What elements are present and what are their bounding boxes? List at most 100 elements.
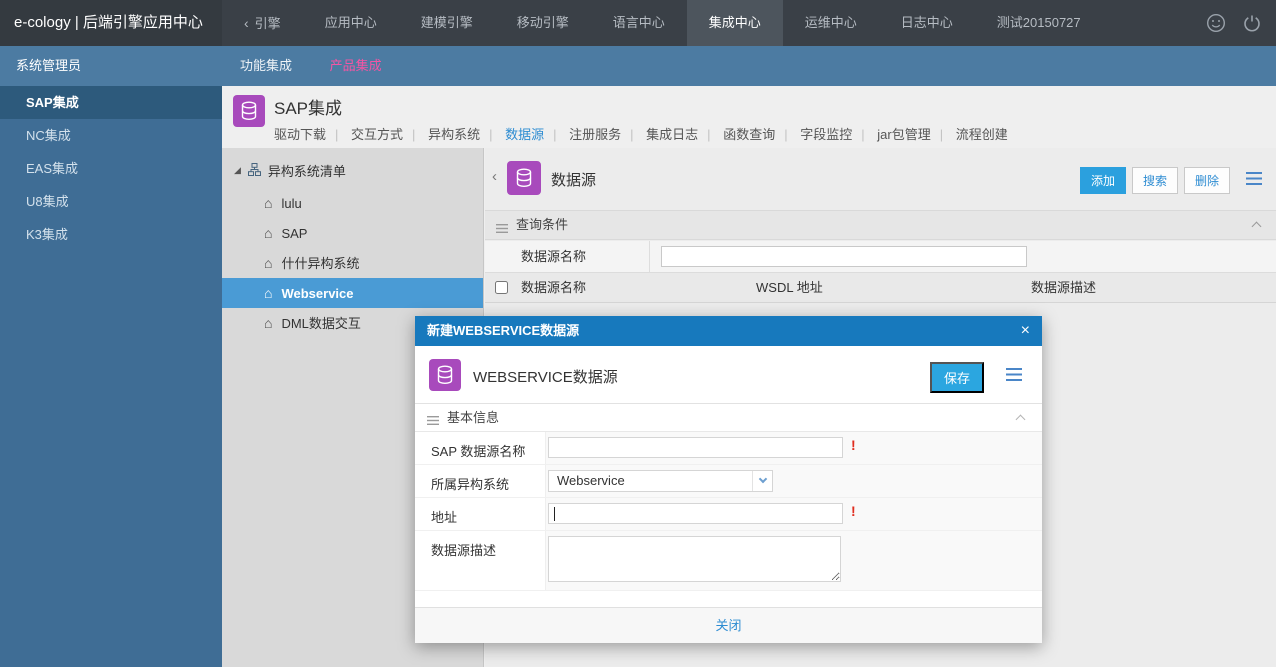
tab-product-integration[interactable]: 产品集成: [330, 58, 382, 73]
chevron-up-icon[interactable]: [1251, 221, 1262, 232]
datasource-description-textarea[interactable]: [548, 536, 841, 582]
close-icon[interactable]: ×: [1021, 316, 1030, 346]
section-handle-icon: [496, 221, 508, 236]
top-tab-back-engine[interactable]: ‹ 引擎: [222, 0, 303, 46]
nav-separator: [784, 127, 787, 142]
sidebar-item-k3[interactable]: K3集成: [0, 218, 222, 251]
top-tab-app-center[interactable]: 应用中心: [303, 0, 399, 46]
add-button[interactable]: 添加: [1079, 167, 1126, 194]
home-icon: ⌂: [264, 315, 273, 331]
form-row-hetero-system: 所属异构系统 Webservice: [415, 465, 1042, 498]
tree-item-shenshen[interactable]: ⌂ 什什异构系统: [222, 248, 483, 278]
search-button[interactable]: 搜索: [1131, 167, 1178, 194]
tree-item-label: lulu: [281, 196, 302, 211]
tree-item-label: SAP: [281, 226, 308, 241]
org-tree-icon: [247, 162, 261, 179]
save-button[interactable]: 保存: [929, 362, 984, 393]
query-form-row: 数据源名称: [485, 241, 1276, 273]
close-dialog-link[interactable]: 关闭: [715, 618, 741, 633]
query-field-label: 数据源名称: [521, 249, 587, 264]
field-cell: [545, 531, 1042, 590]
nav-process-create[interactable]: 流程创建: [956, 127, 1008, 142]
top-tab-log-center[interactable]: 日志中心: [879, 0, 975, 46]
text-cursor: [554, 507, 555, 521]
sidebar-role-label: 系统管理员: [0, 46, 222, 86]
smiley-icon[interactable]: [1206, 13, 1226, 36]
top-tab-test[interactable]: 测试20150727: [975, 0, 1103, 46]
query-section-title: 查询条件: [516, 217, 569, 232]
required-marker: !: [851, 437, 856, 453]
top-tab-modeling-engine[interactable]: 建模引擎: [399, 0, 495, 46]
hetero-system-select[interactable]: Webservice: [548, 470, 773, 492]
chevron-left-icon: ‹: [244, 15, 249, 31]
database-icon: [429, 359, 461, 391]
top-tab-language-center[interactable]: 语言中心: [591, 0, 687, 46]
query-conditions-bar[interactable]: 查询条件: [485, 210, 1276, 240]
tree-item-webservice[interactable]: ⌂ Webservice: [222, 278, 483, 308]
list-view-icon[interactable]: [1006, 368, 1022, 384]
top-nav: ‹ 引擎 应用中心 建模引擎 移动引擎 语言中心 集成中心 运维中心 日志中心 测…: [222, 0, 1103, 46]
page-nav: 驱动下载 交互方式 异构系统 数据源 注册服务 集成日志 函数查询 字段监控 j…: [274, 124, 1008, 143]
top-tab-ops-center[interactable]: 运维中心: [783, 0, 879, 46]
list-view-icon[interactable]: [1246, 172, 1262, 188]
chevron-up-icon[interactable]: [1015, 414, 1026, 425]
tree-root-node[interactable]: ◢ 异构系统清单: [222, 148, 483, 188]
dialog-footer: 关闭: [415, 607, 1042, 643]
tab-function-integration[interactable]: 功能集成: [240, 58, 292, 73]
power-icon[interactable]: [1242, 13, 1262, 36]
datasource-name-query-input[interactable]: [661, 246, 1027, 267]
sap-datasource-name-input[interactable]: [548, 437, 843, 458]
datasource-header: ‹ 数据源 添加 搜索 删除: [485, 148, 1276, 210]
dialog-title: 新建WEBSERVICE数据源: [427, 323, 580, 338]
datasource-title: 数据源: [551, 172, 597, 189]
nav-interaction-mode[interactable]: 交互方式: [351, 127, 403, 142]
nav-separator: [412, 127, 415, 142]
nav-driver-download[interactable]: 驱动下载: [274, 127, 326, 142]
tree-item-label: Webservice: [281, 286, 354, 301]
column-header-description: 数据源描述: [1031, 280, 1097, 295]
section-handle-icon: [427, 413, 439, 428]
nav-separator: [489, 127, 492, 142]
nav-field-monitor[interactable]: 字段监控: [800, 127, 852, 142]
nav-separator: [940, 127, 943, 142]
new-webservice-datasource-dialog: 新建WEBSERVICE数据源 × WEBSERVICE数据源 保存 基本信息 …: [415, 316, 1042, 643]
nav-separator: [553, 127, 556, 142]
nav-register-service[interactable]: 注册服务: [569, 127, 621, 142]
collapse-tree-icon[interactable]: ‹: [492, 168, 497, 185]
tree-item-lulu[interactable]: ⌂ lulu: [222, 188, 483, 218]
basic-info-title: 基本信息: [447, 410, 500, 425]
basic-info-section-bar[interactable]: 基本信息: [415, 404, 1042, 432]
address-input[interactable]: [548, 503, 843, 524]
field-label: 数据源描述: [415, 531, 545, 590]
nav-function-query[interactable]: 函数查询: [723, 127, 775, 142]
sidebar-item-u8[interactable]: U8集成: [0, 185, 222, 218]
form-row-address: 地址 !: [415, 498, 1042, 531]
sidebar-item-sap[interactable]: SAP集成: [0, 86, 222, 119]
tree-expand-icon[interactable]: ◢: [234, 165, 241, 176]
home-icon: ⌂: [264, 225, 273, 241]
top-bar: e-cology | 后端引擎应用中心 ‹ 引擎 应用中心 建模引擎 移动引擎 语…: [0, 0, 1276, 46]
integration-subnav: 功能集成 产品集成: [222, 46, 1276, 86]
nav-integration-log[interactable]: 集成日志: [646, 127, 698, 142]
sidebar-item-nc[interactable]: NC集成: [0, 119, 222, 152]
top-tab-integration-center[interactable]: 集成中心: [686, 0, 783, 46]
nav-separator: [335, 127, 338, 142]
sidebar-item-eas[interactable]: EAS集成: [0, 152, 222, 185]
select-all-checkbox[interactable]: [495, 281, 508, 294]
form-row-datasource-name: SAP 数据源名称 !: [415, 432, 1042, 465]
nav-jar-management[interactable]: jar包管理: [877, 127, 930, 142]
nav-hetero-systems[interactable]: 异构系统: [428, 127, 480, 142]
page-header: SAP集成 驱动下载 交互方式 异构系统 数据源 注册服务 集成日志 函数查询 …: [222, 86, 1276, 148]
field-cell: !: [545, 432, 1042, 464]
selected-option-label: Webservice: [557, 473, 625, 488]
tree-item-sap[interactable]: ⌂ SAP: [222, 218, 483, 248]
dialog-title-bar[interactable]: 新建WEBSERVICE数据源 ×: [415, 316, 1042, 346]
database-icon: [233, 95, 265, 127]
nav-data-source[interactable]: 数据源: [505, 127, 544, 142]
dialog-heading: WEBSERVICE数据源: [473, 369, 618, 386]
top-bar-actions: [1206, 13, 1262, 36]
required-marker: !: [851, 503, 856, 519]
top-tab-mobile-engine[interactable]: 移动引擎: [495, 0, 591, 46]
delete-button[interactable]: 删除: [1183, 167, 1230, 194]
column-header-name: 数据源名称: [521, 280, 587, 295]
